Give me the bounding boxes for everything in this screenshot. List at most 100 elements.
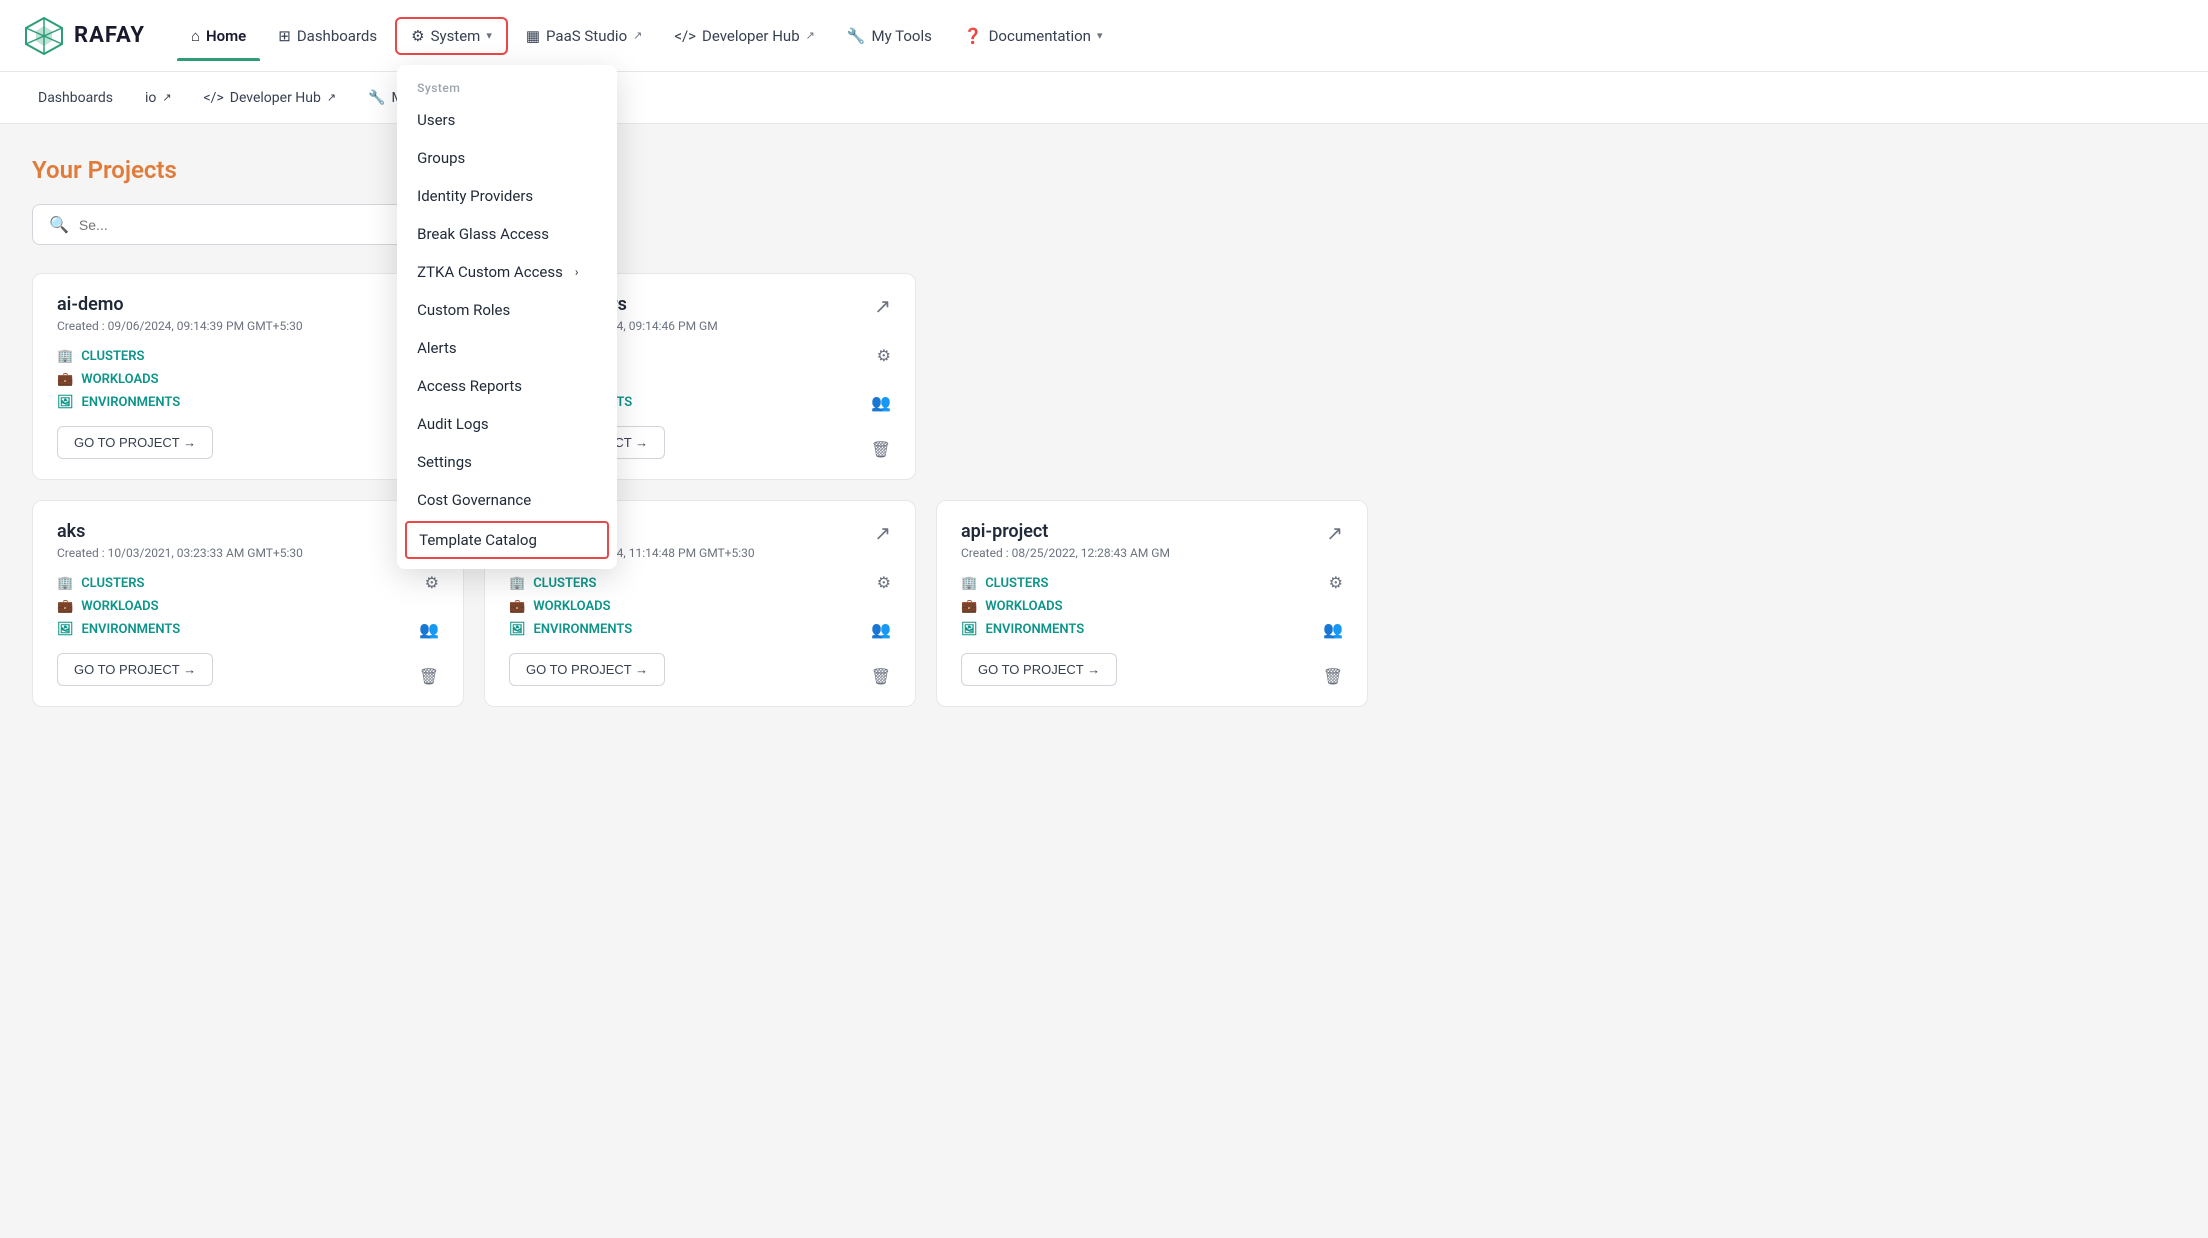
go-to-project-api-project[interactable]: GO TO PROJECT → [961,653,1117,686]
project-card-api-project: api-project Created : 08/25/2022, 12:28:… [936,500,1368,707]
project-name-api-project: api-project [961,521,1048,542]
cluster-icon: 🏢 [57,349,73,364]
external-link-icon: ↗ [633,29,642,42]
environments-link-api-project[interactable]: 🖼 ENVIRONMENTS [961,622,1323,637]
people-icon-ai-demo-users[interactable]: 👥 [871,393,891,412]
paas-icon: ▦ [526,27,540,45]
wrench-icon: 🔧 [847,27,866,45]
code-icon: </> [674,27,696,45]
logo-text: RAFAY [74,23,145,48]
nav-item-developer-hub[interactable]: </> Developer Hub ↗ [660,19,829,53]
home-icon: ⌂ [191,27,200,45]
chevron-down-icon: ▾ [486,29,492,42]
go-to-project-ai-demo[interactable]: GO TO PROJECT → [57,426,213,459]
rafay-logo-icon [24,16,64,56]
dropdown-item-access-reports[interactable]: Access Reports [397,367,617,405]
second-nav-io[interactable]: io ↗ [131,82,186,114]
clusters-link-aks[interactable]: 🏢 CLUSTERS [57,576,419,591]
go-to-project-aks[interactable]: GO TO PROJECT → [57,653,213,686]
external-icon-devhub: ↗ [327,91,336,104]
nav-items: ⌂ Home ⊞ Dashboards ⚙ System ▾ System Us… [177,17,2184,55]
dropdown-item-groups[interactable]: Groups [397,139,617,177]
environments-link-aks[interactable]: 🖼 ENVIRONMENTS [57,622,419,637]
workloads-link-api-project[interactable]: 💼 WORKLOADS [961,599,1323,614]
nav-item-documentation[interactable]: ❓ Documentation ▾ [950,19,1117,53]
logo[interactable]: RAFAY [24,16,145,56]
dropdown-item-settings[interactable]: Settings [397,443,617,481]
top-navigation: RAFAY ⌂ Home ⊞ Dashboards ⚙ System ▾ Sys… [0,0,2208,72]
clusters-link-ankurp[interactable]: 🏢 CLUSTERS [509,576,871,591]
delete-icon-api-project[interactable]: 🗑 [1323,667,1343,686]
dropdown-item-break-glass[interactable]: Break Glass Access [397,215,617,253]
dropdown-item-alerts[interactable]: Alerts [397,329,617,367]
project-name-ai-demo: ai-demo [57,294,124,315]
environments-link-ankurp[interactable]: 🖼 ENVIRONMENTS [509,622,871,637]
go-to-project-ankurp[interactable]: GO TO PROJECT → [509,653,665,686]
search-input[interactable] [79,217,415,233]
project-stats-api-project: 🏢 CLUSTERS 💼 WORKLOADS 🖼 ENVIRONMENTS [961,576,1323,637]
second-nav-dashboards[interactable]: Dashboards [24,82,127,114]
clusters-link-api-project[interactable]: 🏢 CLUSTERS [961,576,1323,591]
settings-icon-api-project[interactable]: ⚙ [1329,573,1343,592]
nav-item-home[interactable]: ⌂ Home [177,19,260,53]
chevron-down-icon-docs: ▾ [1097,29,1103,42]
delete-icon-ai-demo-users[interactable]: 🗑 [871,440,891,459]
chevron-right-icon: › [575,265,579,279]
clusters-link-ai-demo[interactable]: 🏢 CLUSTERS [57,349,419,364]
environment-icon-5: 🖼 [961,622,978,637]
delete-icon-ankurp[interactable]: 🗑 [871,667,891,686]
projects-grid: ai-demo Created : 09/06/2024, 09:14:39 P… [32,273,1368,707]
workload-icon-3: 💼 [57,599,73,614]
dropdown-item-audit-logs[interactable]: Audit Logs [397,405,617,443]
workload-icon-5: 💼 [961,599,977,614]
environment-icon-3: 🖼 [57,622,74,637]
project-date-api-project: Created : 08/25/2022, 12:28:43 AM GM [961,546,1323,560]
environment-icon-4: 🖼 [509,622,526,637]
search-bar[interactable]: 🔍 [32,204,432,245]
external-icon-io: ↗ [162,91,171,104]
dropdown-item-identity-providers[interactable]: Identity Providers [397,177,617,215]
people-icon-ankurp[interactable]: 👥 [871,620,891,639]
people-icon-aks[interactable]: 👥 [419,620,439,639]
workload-icon: 💼 [57,372,73,387]
gear-icon: ⚙ [411,27,424,45]
dropdown-item-custom-roles[interactable]: Custom Roles [397,291,617,329]
trend-icon-ankurp: ↗ [874,521,891,545]
trend-icon-ai-demo-users: ↗ [874,294,891,318]
environment-icon: 🖼 [57,395,74,410]
nav-item-system[interactable]: ⚙ System ▾ System Users Groups Identity … [395,17,508,55]
settings-icon-ai-demo-users[interactable]: ⚙ [877,346,891,365]
nav-item-my-tools[interactable]: 🔧 My Tools [833,19,946,53]
delete-icon-aks[interactable]: 🗑 [419,667,439,686]
project-stats-ai-demo: 🏢 CLUSTERS 💼 WORKLOADS 🖼 ENVIRONMENTS [57,349,419,410]
nav-item-paas-studio[interactable]: ▦ PaaS Studio ↗ [512,19,656,53]
docs-icon: ❓ [964,27,983,45]
section-title: Your Projects [32,156,1368,184]
search-icon: 🔍 [49,215,69,234]
dropdown-item-template-catalog[interactable]: Template Catalog [405,521,609,559]
project-name-aks: aks [57,521,85,542]
dropdown-item-ztka[interactable]: ZTKA Custom Access › [397,253,617,291]
system-dropdown: System Users Groups Identity Providers B… [397,65,617,569]
external-link-icon-2: ↗ [806,29,815,42]
wrench-icon-2: 🔧 [368,90,385,106]
project-date-ai-demo: Created : 09/06/2024, 09:14:39 PM GMT+5:… [57,319,419,333]
nav-item-dashboards[interactable]: ⊞ Dashboards [264,19,391,53]
environments-link-ai-demo[interactable]: 🖼 ENVIRONMENTS [57,395,419,410]
main-content: Your Projects 🔍 ai-demo Created : 09/06/… [0,124,1400,739]
workloads-link-aks[interactable]: 💼 WORKLOADS [57,599,419,614]
dropdown-item-cost-governance[interactable]: Cost Governance [397,481,617,519]
dropdown-item-users[interactable]: Users [397,101,617,139]
code-icon-2: </> [204,90,224,106]
grid-icon: ⊞ [278,27,291,45]
settings-icon-ankurp[interactable]: ⚙ [877,573,891,592]
workloads-link-ankurp[interactable]: 💼 WORKLOADS [509,599,871,614]
workloads-link-ai-demo[interactable]: 💼 WORKLOADS [57,372,419,387]
cluster-icon-5: 🏢 [961,576,977,591]
cluster-icon-3: 🏢 [57,576,73,591]
second-nav-developer-hub[interactable]: </> Developer Hub ↗ [190,82,351,114]
settings-icon-aks[interactable]: ⚙ [425,573,439,592]
project-date-aks: Created : 10/03/2021, 03:23:33 AM GMT+5:… [57,546,419,560]
trend-icon-api-project: ↗ [1326,521,1343,545]
people-icon-api-project[interactable]: 👥 [1323,620,1343,639]
